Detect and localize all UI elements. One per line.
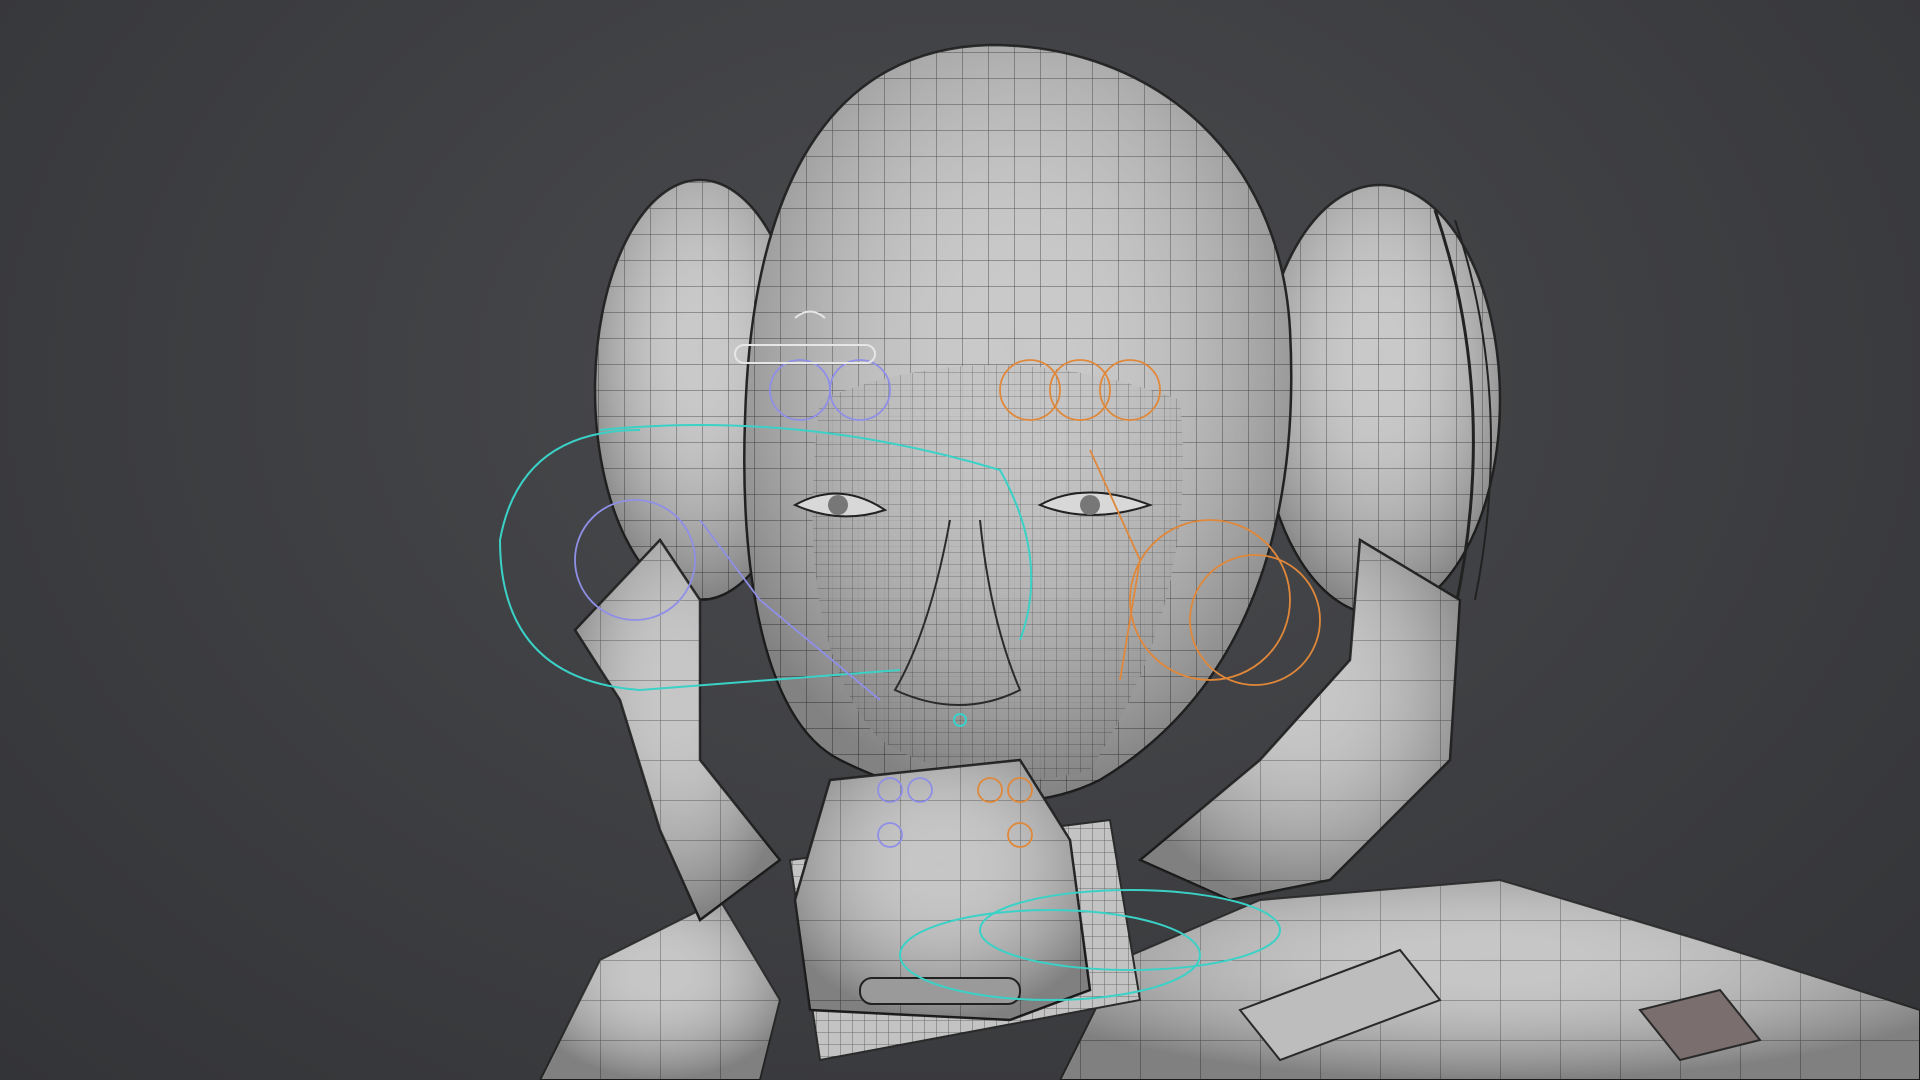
left-jaw-guard[interactable] bbox=[573, 538, 782, 922]
3d-viewport[interactable] bbox=[0, 0, 1920, 1080]
viewport-scene[interactable] bbox=[0, 0, 1920, 1080]
head[interactable] bbox=[743, 43, 1293, 803]
shoulder-armor-left[interactable] bbox=[538, 898, 782, 1080]
right-ear-cup[interactable] bbox=[1258, 183, 1502, 617]
shoulder-armor-right[interactable] bbox=[1058, 878, 1920, 1080]
vent-slot bbox=[859, 977, 1021, 1005]
mouth-guard[interactable] bbox=[793, 758, 1092, 1022]
